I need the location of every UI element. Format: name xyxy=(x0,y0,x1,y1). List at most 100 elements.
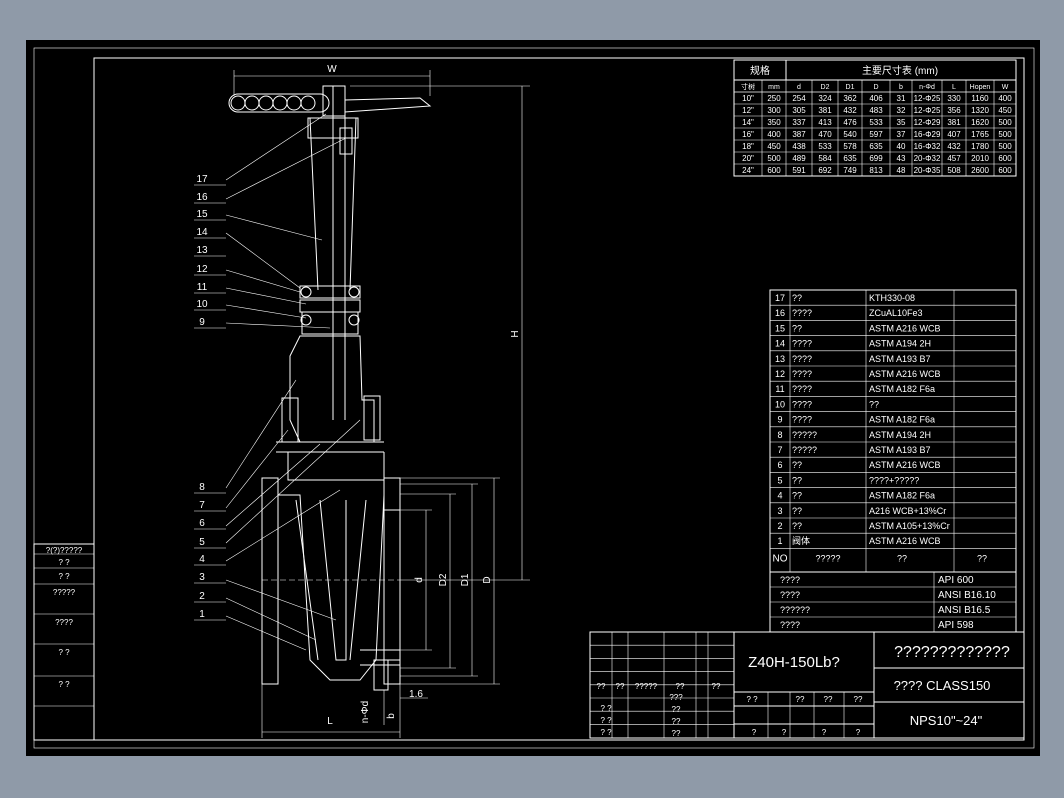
size-table-corner: 规格 xyxy=(750,64,770,77)
size-table-header: 寸树 xyxy=(741,82,755,91)
part-name: ?? xyxy=(792,460,802,470)
part-material: ASTM A216 WCB xyxy=(869,369,941,379)
size-table-cell: 305 xyxy=(792,106,806,115)
part-name: ???? xyxy=(792,308,812,318)
size-table-cell: 1780 xyxy=(971,142,989,151)
size-table-cell: 35 xyxy=(897,118,906,127)
part-name: ????? xyxy=(792,430,817,440)
part-name: ?? xyxy=(792,521,802,531)
dim-t-label: 1.6 xyxy=(409,689,423,700)
callout-11: 11 xyxy=(197,282,208,293)
title-sig-label: ?? xyxy=(796,695,805,704)
dim-d-outer-label: D xyxy=(482,576,493,583)
size-table-cell: 14" xyxy=(742,118,754,127)
size-table-cell: 406 xyxy=(869,94,883,103)
size-table-cell: 18" xyxy=(742,142,754,151)
title-bottom-label: ? xyxy=(856,728,861,737)
part-no: 8 xyxy=(777,430,782,440)
title-class: ???? CLASS150 xyxy=(894,678,991,693)
part-material: A216 WCB+13%Cr xyxy=(869,506,946,516)
part-no: 15 xyxy=(775,323,785,333)
callout-16: 16 xyxy=(196,192,208,203)
size-table-header: W xyxy=(1002,84,1009,91)
size-table-cell: 578 xyxy=(843,142,857,151)
part-name: ?? xyxy=(792,293,802,303)
dim-b-label: b xyxy=(386,713,397,719)
title-left-label: ?? xyxy=(597,682,606,691)
size-table-cell: 635 xyxy=(869,142,883,151)
size-table-cell: 450 xyxy=(767,142,781,151)
dim-d1-label: D1 xyxy=(460,573,471,586)
size-table-cell: 407 xyxy=(947,130,961,139)
size-table-cell: 16" xyxy=(742,130,754,139)
size-table-cell: 533 xyxy=(818,142,832,151)
part-no: 1 xyxy=(777,536,782,546)
size-table-cell: 584 xyxy=(818,154,832,163)
callout-8: 8 xyxy=(199,482,205,493)
part-name: ?? xyxy=(792,491,802,501)
size-table-cell: 381 xyxy=(947,118,961,127)
size-table-cell: 400 xyxy=(767,130,781,139)
size-table-header: mm xyxy=(768,84,780,91)
part-name: ?? xyxy=(792,475,802,485)
part-no: 9 xyxy=(777,415,782,425)
callout-10: 10 xyxy=(196,299,208,310)
size-table-cell: 37 xyxy=(897,130,906,139)
size-table-header: D1 xyxy=(846,84,855,91)
size-table-cell: 381 xyxy=(818,106,832,115)
dim-h-label: H xyxy=(510,330,521,337)
size-table-cell: 324 xyxy=(818,94,832,103)
size-table-cell: 483 xyxy=(869,106,883,115)
parts-header-name: ????? xyxy=(815,553,840,563)
part-no: 2 xyxy=(777,521,782,531)
cad-drawing: W H d D2 D1 D L n-Φd b 1.6 1716151413121… xyxy=(26,40,1040,756)
part-no: 14 xyxy=(775,339,785,349)
callout-6: 6 xyxy=(199,518,205,529)
dim-d-label: d xyxy=(414,577,425,583)
size-table-cell: 24" xyxy=(742,166,754,175)
size-table-header: D2 xyxy=(821,84,830,91)
left-strip-label: ?(?)????? xyxy=(46,546,83,555)
size-table-cell: 500 xyxy=(998,142,1012,151)
title-name: ????????????? xyxy=(894,644,1010,661)
part-name: ???? xyxy=(792,339,812,349)
part-material: ASTM A216 WCB xyxy=(869,323,941,333)
size-table-cell: 540 xyxy=(843,130,857,139)
size-table-cell: 600 xyxy=(767,166,781,175)
size-table-cell: 20-Φ32 xyxy=(914,154,941,163)
title-sig-label: ? ? xyxy=(746,695,758,704)
title-left-label: ?? xyxy=(676,682,685,691)
title-left-label: ?? xyxy=(712,682,721,691)
size-table-cell: 12-Φ29 xyxy=(914,118,941,127)
part-material: ASTM A105+13%Cr xyxy=(869,521,950,531)
left-strip-label: ? ? xyxy=(58,572,70,581)
size-table-cell: 749 xyxy=(843,166,857,175)
part-name: ???? xyxy=(792,415,812,425)
size-table-cell: 20-Φ35 xyxy=(914,166,941,175)
part-material: ASTM A194 2H xyxy=(869,430,931,440)
size-table-cell: 635 xyxy=(843,154,857,163)
size-table-cell: 500 xyxy=(998,130,1012,139)
standard-label: ?????? xyxy=(780,605,810,615)
size-table-cell: 2600 xyxy=(971,166,989,175)
title-row-label: ? ? xyxy=(600,704,612,713)
title-row-label: ? ? xyxy=(600,716,612,725)
standard-value: API 600 xyxy=(938,575,974,586)
size-table-cell: 438 xyxy=(792,142,806,151)
dim-nphid-label: n-Φd xyxy=(360,701,371,723)
callout-9: 9 xyxy=(199,317,205,328)
part-material: ZCuAL10Fe3 xyxy=(869,308,923,318)
size-table-cell: 337 xyxy=(792,118,806,127)
title-bottom-label: ? xyxy=(822,728,827,737)
size-table-cell: 300 xyxy=(767,106,781,115)
size-table-cell: 31 xyxy=(897,94,906,103)
title-left-label: ????? xyxy=(635,682,658,691)
part-no: 10 xyxy=(775,399,785,409)
callout-13: 13 xyxy=(196,245,208,256)
size-table-cell: 533 xyxy=(869,118,883,127)
size-table-cell: 16-Φ29 xyxy=(914,130,941,139)
standard-value: API 598 xyxy=(938,620,974,631)
title-bottom-label: ? xyxy=(782,728,787,737)
callout-1: 1 xyxy=(199,609,205,620)
size-table-cell: 387 xyxy=(792,130,806,139)
